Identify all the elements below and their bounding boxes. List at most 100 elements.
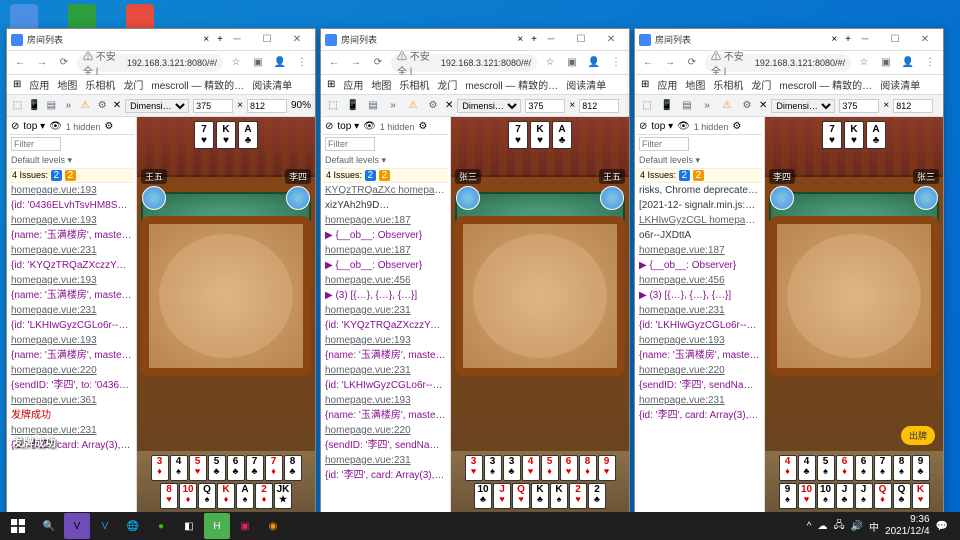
playing-card[interactable]: 7♥ <box>194 121 214 149</box>
gear-icon[interactable]: ⚙ <box>732 121 741 132</box>
eye-icon[interactable]: 👁 <box>49 121 62 132</box>
back-button[interactable]: ← <box>11 54 29 72</box>
console-panel[interactable]: ⊘top ▾👁1 hidden⚙Default levels ▾4 Issues… <box>321 117 451 515</box>
playing-card[interactable]: 9♥ <box>598 455 616 481</box>
system-tray[interactable]: ^ ☁ 🖧 🔊 中 9:362021/12/4 💬 <box>807 514 956 538</box>
inspect-icon[interactable]: ⬚ <box>639 98 655 114</box>
dimension-select[interactable]: Dimensi… <box>457 99 521 113</box>
playing-card[interactable]: 7♥ <box>822 121 842 149</box>
titlebar[interactable]: 房间列表 × + ─ ☐ ✕ <box>635 29 943 51</box>
gear-icon[interactable]: ⚙ <box>425 98 441 114</box>
playing-card[interactable]: 2♥ <box>569 483 587 509</box>
close-devtools-icon[interactable]: ✕ <box>445 100 453 111</box>
address-bar[interactable]: ⚠ 不安全 | 192.168.3.121:8080/#/ <box>705 54 851 72</box>
playing-card[interactable]: JK★ <box>274 483 292 509</box>
bookmark[interactable]: mescroll — 精致的… <box>779 77 872 92</box>
apps-icon[interactable]: ⊞ <box>13 79 21 90</box>
more-icon[interactable]: » <box>62 98 75 114</box>
log-levels[interactable]: Default levels ▾ <box>9 153 134 168</box>
width-input[interactable] <box>839 99 879 113</box>
titlebar[interactable]: 房间列表 × + ─ ☐ ✕ <box>321 29 629 51</box>
dimension-select[interactable]: Dimensi… <box>125 99 189 113</box>
taskbar-app[interactable]: V <box>92 513 118 539</box>
address-bar[interactable]: ⚠ 不安全 | 192.168.3.121:8080/#/ <box>77 54 223 72</box>
reload-button[interactable]: ⟳ <box>369 54 387 72</box>
bookmark[interactable]: 应用 <box>343 77 363 92</box>
minimize-button[interactable]: ─ <box>851 31 879 49</box>
playing-card[interactable]: K♥ <box>912 483 930 509</box>
playing-card[interactable]: 5♠ <box>817 455 835 481</box>
playing-card[interactable]: Q♥ <box>512 483 530 509</box>
height-input[interactable] <box>579 99 619 113</box>
playing-card[interactable]: 7♦ <box>265 455 283 481</box>
forward-button[interactable]: → <box>347 54 365 72</box>
dimension-select[interactable]: Dimensi… <box>771 99 835 113</box>
console-panel[interactable]: ⊘top ▾👁1 hidden⚙Default levels ▾4 Issues… <box>635 117 765 515</box>
gear-icon[interactable]: ⚙ <box>104 121 113 132</box>
playing-card[interactable]: 3♦ <box>151 455 169 481</box>
playing-card[interactable]: 3♥ <box>465 455 483 481</box>
gear-icon[interactable]: ⚙ <box>739 98 755 114</box>
playing-card[interactable]: 4♥ <box>522 455 540 481</box>
playing-card[interactable]: 8♦ <box>579 455 597 481</box>
more-icon[interactable]: » <box>699 98 715 114</box>
playing-card[interactable]: 4♠ <box>170 455 188 481</box>
bookmark[interactable]: mescroll — 精致的… <box>465 77 558 92</box>
warn-icon[interactable]: ⚠ <box>79 98 92 114</box>
taskbar-app[interactable]: V <box>64 513 90 539</box>
maximize-button[interactable]: ☐ <box>881 31 909 49</box>
bookmark[interactable]: 阅读清单 <box>880 77 920 92</box>
gear-icon[interactable]: ⚙ <box>418 121 427 132</box>
titlebar[interactable]: 房间列表 × + ─ ☐ ✕ <box>7 29 315 51</box>
playing-card[interactable]: 10♠ <box>817 483 835 509</box>
profile-icon[interactable]: 👤 <box>899 54 917 72</box>
taskbar-search[interactable]: 🔍 <box>36 513 62 539</box>
star-icon[interactable]: ☆ <box>227 54 245 72</box>
warn-icon[interactable]: ⚠ <box>719 98 735 114</box>
filter-input[interactable] <box>325 137 375 151</box>
close-tab-icon[interactable]: × <box>831 34 837 45</box>
issues-bar[interactable]: 4 Issues: 2 2 <box>323 168 448 183</box>
notification-icon[interactable]: 💬 <box>936 521 948 532</box>
playing-card[interactable]: K♣ <box>531 483 549 509</box>
bookmark[interactable]: 地图 <box>685 77 705 92</box>
top-dropdown[interactable]: top ▾ <box>651 121 673 132</box>
playing-card[interactable]: 6♥ <box>560 455 578 481</box>
inspect-icon[interactable]: ⬚ <box>11 98 24 114</box>
bookmark[interactable]: 乐相机 <box>713 77 743 92</box>
extension-icon[interactable]: ▣ <box>877 54 895 72</box>
extension-icon[interactable]: ▣ <box>249 54 267 72</box>
bookmark[interactable]: 阅读清单 <box>566 77 606 92</box>
playing-card[interactable]: 4♦ <box>779 455 797 481</box>
playing-card[interactable]: 5♣ <box>208 455 226 481</box>
elements-icon[interactable]: ▤ <box>679 98 695 114</box>
top-dropdown[interactable]: top ▾ <box>23 121 45 132</box>
playing-card[interactable]: A♣ <box>552 121 572 149</box>
playing-card[interactable]: 8♥ <box>160 483 178 509</box>
playing-card[interactable]: 3♣ <box>503 455 521 481</box>
menu-icon[interactable]: ⋮ <box>921 54 939 72</box>
forward-button[interactable]: → <box>661 54 679 72</box>
issues-bar[interactable]: 4 Issues: 2 2 <box>9 168 134 183</box>
bookmark[interactable]: 龙门 <box>751 77 771 92</box>
gear-icon[interactable]: ⚙ <box>96 98 109 114</box>
playing-card[interactable]: 10♥ <box>798 483 816 509</box>
device-icon[interactable]: 📱 <box>659 98 675 114</box>
playing-card[interactable]: 3♠ <box>484 455 502 481</box>
tray-net-icon[interactable]: 🖧 <box>833 518 844 535</box>
bookmark[interactable]: 龙门 <box>123 77 143 92</box>
bookmark[interactable]: 乐相机 <box>399 77 429 92</box>
device-icon[interactable]: 📱 <box>345 98 361 114</box>
playing-card[interactable]: 6♣ <box>227 455 245 481</box>
taskbar-app[interactable]: ▣ <box>232 513 258 539</box>
playing-card[interactable]: 5♥ <box>189 455 207 481</box>
taskbar-app[interactable]: H <box>204 513 230 539</box>
bookmark[interactable]: 应用 <box>29 77 49 92</box>
log-levels[interactable]: Default levels ▾ <box>323 153 448 168</box>
playing-card[interactable]: 10♦ <box>179 483 197 509</box>
reload-button[interactable]: ⟳ <box>683 54 701 72</box>
filter-input[interactable] <box>11 137 61 151</box>
clear-console-icon[interactable]: ⊘ <box>325 121 333 132</box>
address-bar[interactable]: ⚠ 不安全 | 192.168.3.121:8080/#/ <box>391 54 537 72</box>
taskbar-app[interactable]: ◉ <box>260 513 286 539</box>
